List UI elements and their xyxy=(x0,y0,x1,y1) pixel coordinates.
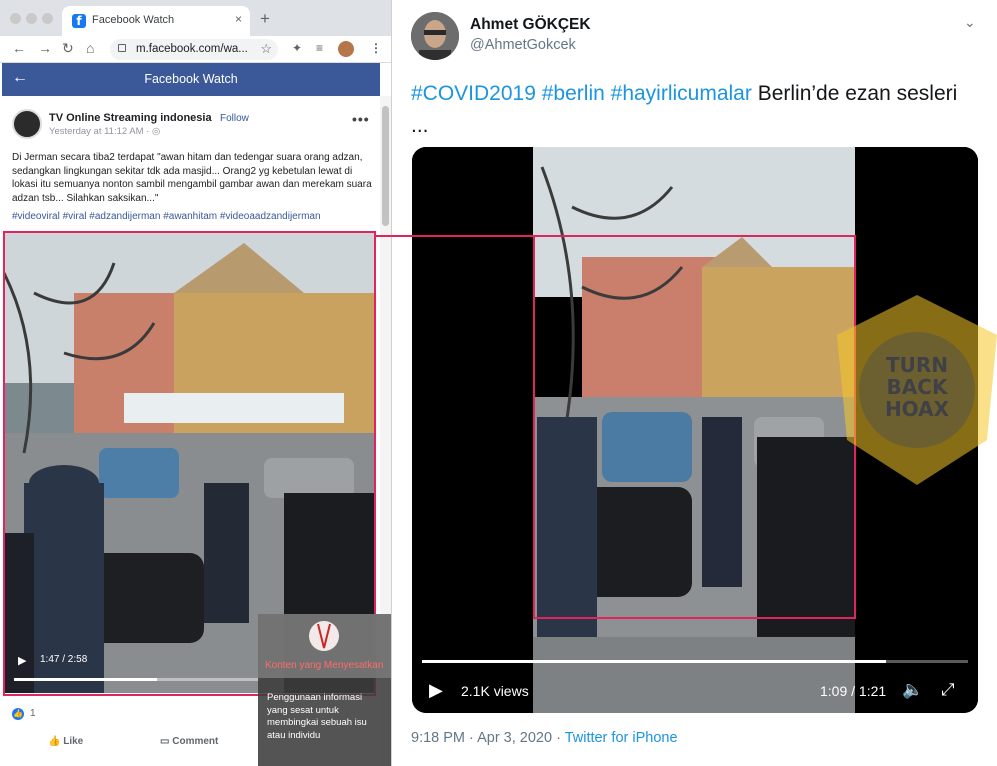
highlight-box-right xyxy=(533,235,856,619)
back-icon[interactable]: ← xyxy=(12,40,26,56)
hashtag-covid2019[interactable]: #COVID2019 xyxy=(411,82,536,105)
facebook-header: ← Facebook Watch xyxy=(2,63,380,96)
volume-icon[interactable]: 🔈 xyxy=(902,680,923,700)
page-title: Facebook Watch xyxy=(144,72,238,86)
tweet-meta: 9:18 PM · Apr 3, 2020 · Twitter for iPho… xyxy=(411,730,678,746)
hoax-category-label: Konten yang Menyesatkan xyxy=(265,660,384,671)
tweet-source[interactable]: Twitter for iPhone xyxy=(565,730,678,746)
like-reaction-icon: 👍 xyxy=(12,708,24,720)
extensions-icon[interactable]: ✦ xyxy=(292,41,302,55)
tweet-video-progress[interactable] xyxy=(422,660,968,663)
comment-button[interactable]: ▭ Comment xyxy=(160,736,218,747)
page-name[interactable]: TV Online Streaming indonesia xyxy=(49,112,212,124)
url-text: m.facebook.com/wa... xyxy=(136,43,248,55)
user-handle[interactable]: @AhmetGokcek xyxy=(470,37,576,53)
close-window-button[interactable] xyxy=(10,13,21,24)
profile-avatar[interactable] xyxy=(338,41,354,57)
tweet-date[interactable]: 9:18 PM · Apr 3, 2020 · xyxy=(411,730,565,746)
reading-list-icon[interactable]: ≡ xyxy=(316,41,323,55)
hoax-category-description: Penggunaan informasi yang sesat untuk me… xyxy=(267,692,367,741)
new-tab-button[interactable]: + xyxy=(260,9,270,29)
lock-icon xyxy=(118,44,126,52)
address-bar[interactable]: m.facebook.com/wa... ☆ xyxy=(110,39,278,60)
page-avatar[interactable] xyxy=(12,109,42,139)
minimize-window-button[interactable] xyxy=(26,13,37,24)
tab-strip: f Facebook Watch × + xyxy=(0,0,391,36)
follow-link[interactable]: Follow xyxy=(220,113,249,124)
post-text: Di Jerman secara tiba2 terdapat "awan hi… xyxy=(12,152,372,204)
tab-facebook-watch[interactable]: f Facebook Watch × xyxy=(62,6,250,36)
browser-toolbar: ← → ↻ ⌂ m.facebook.com/wa... ☆ ✦ ≡ ⋮ xyxy=(0,36,391,63)
facebook-icon: f xyxy=(72,14,86,28)
scrollbar-thumb[interactable] xyxy=(382,106,389,226)
chevron-down-icon[interactable]: ⌄ xyxy=(964,14,976,31)
avatar-portrait xyxy=(411,12,459,60)
maximize-window-button[interactable] xyxy=(42,13,53,24)
tab-title: Facebook Watch xyxy=(92,14,175,26)
forward-icon[interactable]: → xyxy=(38,40,52,56)
play-icon[interactable]: ▶ xyxy=(429,680,443,701)
tweet-video-time: 1:09 / 1:21 xyxy=(820,683,887,699)
post-hashtags[interactable]: #videoviral #viral #adzandijerman #awanh… xyxy=(12,211,372,222)
tweet-text: #COVID2019 #berlin #hayirlicumalar Berli… xyxy=(411,78,971,142)
like-button[interactable]: 👍 Like xyxy=(48,736,83,747)
comment-icon: ▭ xyxy=(160,736,173,747)
hoax-category-panel: Konten yang Menyesatkan Penggunaan infor… xyxy=(258,614,391,766)
close-tab-icon[interactable]: × xyxy=(235,12,242,26)
svg-text:HOAX: HOAX xyxy=(885,397,950,421)
hashtag-hayirlicumalar[interactable]: #hayirlicumalar xyxy=(611,82,752,105)
thumbs-up-icon: 👍 xyxy=(48,736,64,747)
globe-icon: ◎ xyxy=(151,126,161,137)
misleading-content-icon xyxy=(309,621,339,651)
post-timestamp: Yesterday at 11:12 AM · ◎ xyxy=(49,126,161,137)
like-count: 1 xyxy=(30,708,36,719)
reload-icon[interactable]: ↻ xyxy=(62,40,74,57)
user-display-name[interactable]: Ahmet GÖKÇEK xyxy=(470,16,591,34)
tweet-video-progress-fill xyxy=(422,660,887,663)
fullscreen-icon[interactable]: ⤢ xyxy=(941,680,955,700)
view-count: 2.1K views xyxy=(461,683,529,699)
user-avatar[interactable] xyxy=(411,12,459,60)
hoax-category-header: Konten yang Menyesatkan xyxy=(258,614,391,678)
menu-icon[interactable]: ⋮ xyxy=(370,41,382,55)
browser-window: f Facebook Watch × + ← → ↻ ⌂ m.facebook.… xyxy=(0,0,392,766)
bookmark-star-icon[interactable]: ☆ xyxy=(260,41,272,57)
svg-text:BACK: BACK xyxy=(887,375,949,399)
home-icon[interactable]: ⌂ xyxy=(86,40,94,56)
more-options-icon[interactable]: ••• xyxy=(352,111,370,127)
highlight-connector-line xyxy=(376,235,534,237)
hashtag-berlin[interactable]: #berlin xyxy=(542,82,605,105)
turnbackhoax-badge-logo: TURN BACK HOAX xyxy=(837,295,997,485)
comparison-screenshot: f Facebook Watch × + ← → ↻ ⌂ m.facebook.… xyxy=(0,0,997,766)
svg-text:TURN: TURN xyxy=(886,353,948,377)
